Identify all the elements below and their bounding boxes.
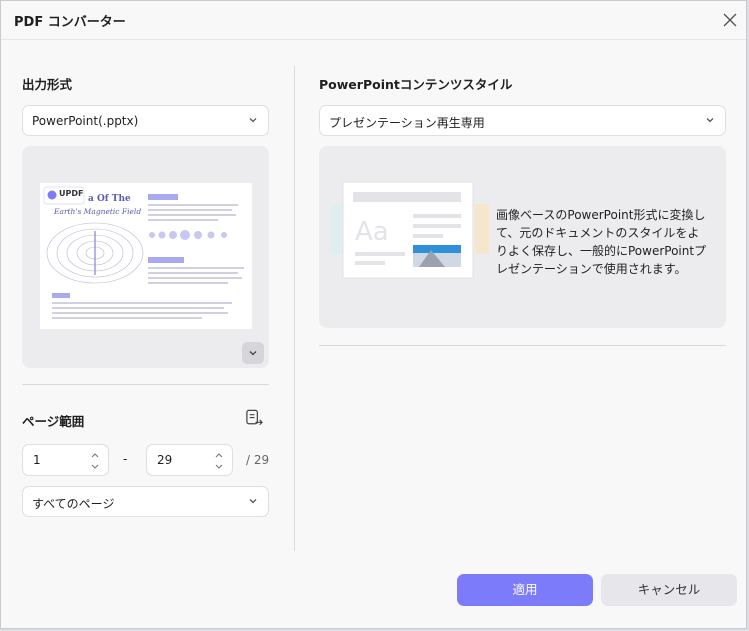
stepper-arrows-icon[interactable] [90,450,100,472]
range-from-value: 1 [33,453,41,467]
slide-illustration: Aa [331,181,489,279]
range-to-input[interactable]: 29 [146,444,233,476]
title-bar: PDF コンバーター [1,1,746,40]
preview-logo-text: UPDF [59,189,84,198]
range-to-value: 29 [157,453,173,467]
pdf-converter-dialog: PDF コンバーター 出力形式 PowerPoint(.pptx) UPDF a… [0,0,747,629]
page-subset-value: すべてのページ [32,497,115,511]
content-style-select[interactable]: プレゼンテーション再生専用 [319,105,726,136]
range-dash: - [123,452,128,466]
content-style-label: PowerPointコンテンツスタイル [319,77,513,92]
page-range-label: ページ範囲 [22,414,85,429]
apply-button[interactable]: 適用 [457,574,593,606]
page-range-toggle-icon[interactable] [245,409,264,428]
output-format-select[interactable]: PowerPoint(.pptx) [22,105,269,136]
column-divider [294,66,295,551]
preview-page-graphic [40,183,252,329]
preview-title-line2: Earth's Magnetic Field [54,207,142,216]
range-total: / 29 [246,453,270,467]
dialog-title: PDF コンバーター [14,15,126,30]
content-style-description: 画像ベースのPowerPoint形式に変換して、元のドキュメントのスタイルをより… [496,208,707,276]
range-from-input[interactable]: 1 [22,444,109,476]
chevron-down-icon [706,118,714,123]
output-format-value: PowerPoint(.pptx) [32,114,139,128]
preview-title-line1: a Of The [88,194,131,204]
output-format-label: 出力形式 [22,77,73,92]
chevron-down-icon [249,351,257,356]
document-preview: UPDF a Of The Earth's Magnetic Field [22,146,269,368]
stepper-arrows-icon[interactable] [214,450,224,472]
chevron-down-icon [249,499,257,504]
expand-preview-button[interactable] [242,342,264,364]
slide-sample-text: Aa [355,217,389,247]
chevron-down-icon [249,118,257,123]
left-divider [22,384,269,385]
right-divider [319,345,726,346]
close-icon[interactable] [722,12,738,28]
content-style-value: プレゼンテーション再生専用 [329,116,485,130]
preview-thumbnail: UPDF a Of The Earth's Magnetic Field [40,183,252,329]
cancel-button[interactable]: キャンセル [601,574,737,606]
page-subset-select[interactable]: すべてのページ [22,486,269,517]
